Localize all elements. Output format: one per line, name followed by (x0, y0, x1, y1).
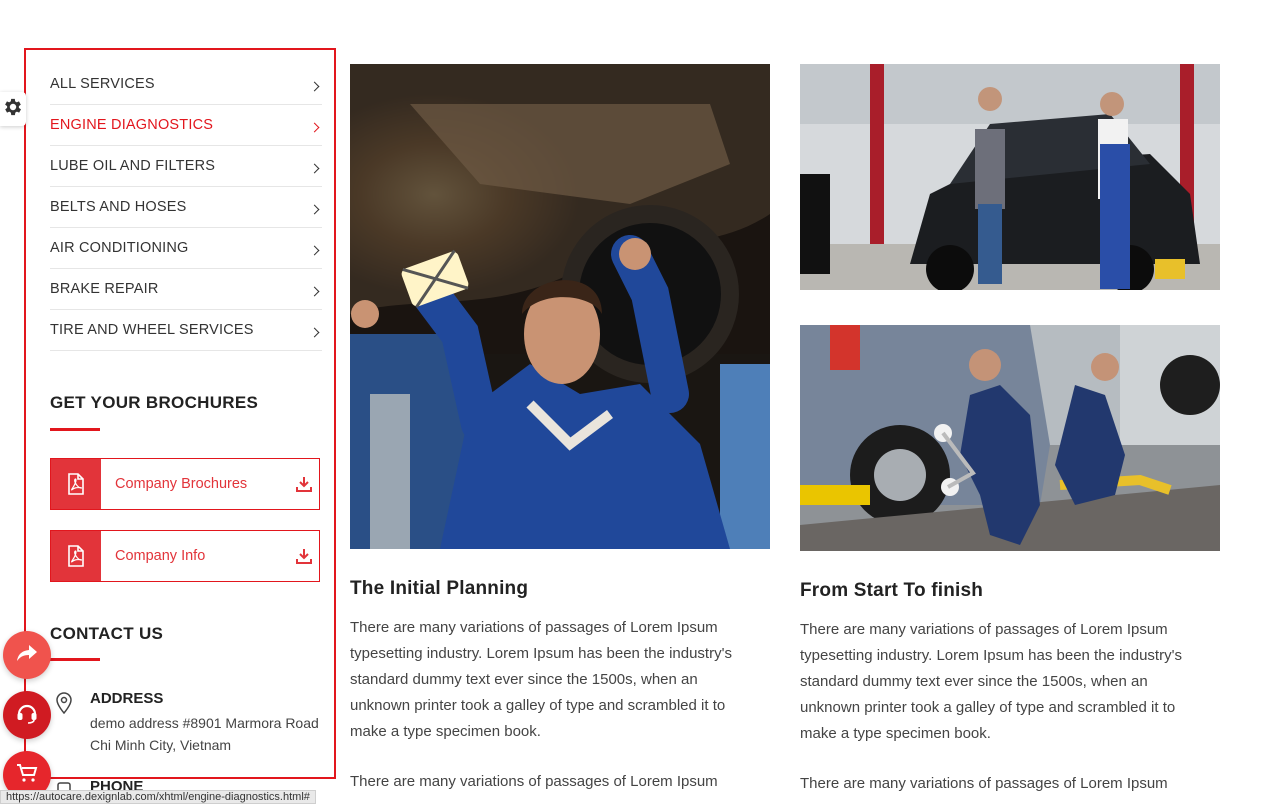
status-bar-url: https://autocare.dexignlab.com/xhtml/eng… (0, 790, 316, 804)
support-button[interactable] (3, 691, 51, 739)
mechanic-under-car-image (350, 64, 770, 549)
card-2-paragraph-2: There are many variations of passages of… (800, 775, 1168, 792)
service-item-lube-oil-and-filters[interactable]: LUBE OIL AND FILTERS (50, 146, 322, 187)
headset-icon (15, 701, 39, 730)
card-1-title: The Initial Planning (350, 578, 529, 599)
company-info-label: Company Info (115, 548, 206, 564)
chevron-right-icon (309, 122, 320, 132)
chevron-right-icon (309, 327, 320, 337)
gear-icon (2, 96, 24, 123)
mechanics-changing-tire-image (800, 325, 1220, 551)
company-brochures-label: Company Brochures (115, 476, 248, 492)
contact-title-underline (50, 658, 100, 661)
service-item-air-conditioning[interactable]: AIR CONDITIONING (50, 228, 322, 269)
service-item-label: AIR CONDITIONING (50, 240, 189, 256)
service-sidebar: ALL SERVICES ENGINE DIAGNOSTICS LUBE OIL… (24, 48, 336, 798)
pdf-icon (51, 531, 101, 581)
share-icon (16, 643, 38, 668)
service-item-tire-and-wheel-services[interactable]: TIRE AND WHEEL SERVICES (50, 310, 322, 351)
service-item-belts-and-hoses[interactable]: BELTS AND HOSES (50, 187, 322, 228)
address-title: ADDRESS (90, 690, 164, 707)
chevron-right-icon (309, 204, 320, 214)
card-1-paragraph-1: There are many variations of passages of… (350, 619, 732, 740)
company-brochures-download[interactable]: Company Brochures (50, 458, 320, 510)
service-item-label: BELTS AND HOSES (50, 199, 187, 215)
service-item-label: LUBE OIL AND FILTERS (50, 158, 216, 174)
download-icon (289, 476, 319, 492)
location-pin-icon (56, 692, 72, 719)
cart-icon (16, 763, 38, 788)
card-2-title: From Start To finish (800, 580, 984, 601)
chevron-right-icon (309, 286, 320, 296)
service-list: ALL SERVICES ENGINE DIAGNOSTICS LUBE OIL… (50, 64, 322, 351)
service-item-label: ENGINE DIAGNOSTICS (50, 117, 214, 133)
chevron-right-icon (309, 245, 320, 255)
service-item-all-services[interactable]: ALL SERVICES (50, 64, 322, 105)
company-info-download[interactable]: Company Info (50, 530, 320, 582)
brochures-title: GET YOUR BROCHURES (50, 393, 259, 412)
service-item-label: ALL SERVICES (50, 76, 155, 92)
mechanics-discussing-car-image (800, 64, 1220, 290)
card-2-paragraph-1: There are many variations of passages of… (800, 621, 1182, 742)
settings-toggle[interactable] (0, 92, 26, 126)
pdf-icon (51, 459, 101, 509)
download-icon (289, 548, 319, 564)
chevron-right-icon (309, 81, 320, 91)
address-text: demo address #8901 Marmora Road Chi Minh… (90, 715, 319, 753)
share-button[interactable] (3, 631, 51, 679)
service-item-label: TIRE AND WHEEL SERVICES (50, 322, 254, 338)
contact-title: CONTACT US (50, 624, 164, 643)
chevron-right-icon (309, 163, 320, 173)
service-item-engine-diagnostics[interactable]: ENGINE DIAGNOSTICS (50, 105, 322, 146)
service-item-brake-repair[interactable]: BRAKE REPAIR (50, 269, 322, 310)
service-item-label: BRAKE REPAIR (50, 281, 159, 297)
brochures-title-underline (50, 428, 100, 431)
card-1-paragraph-2: There are many variations of passages of… (350, 773, 718, 790)
